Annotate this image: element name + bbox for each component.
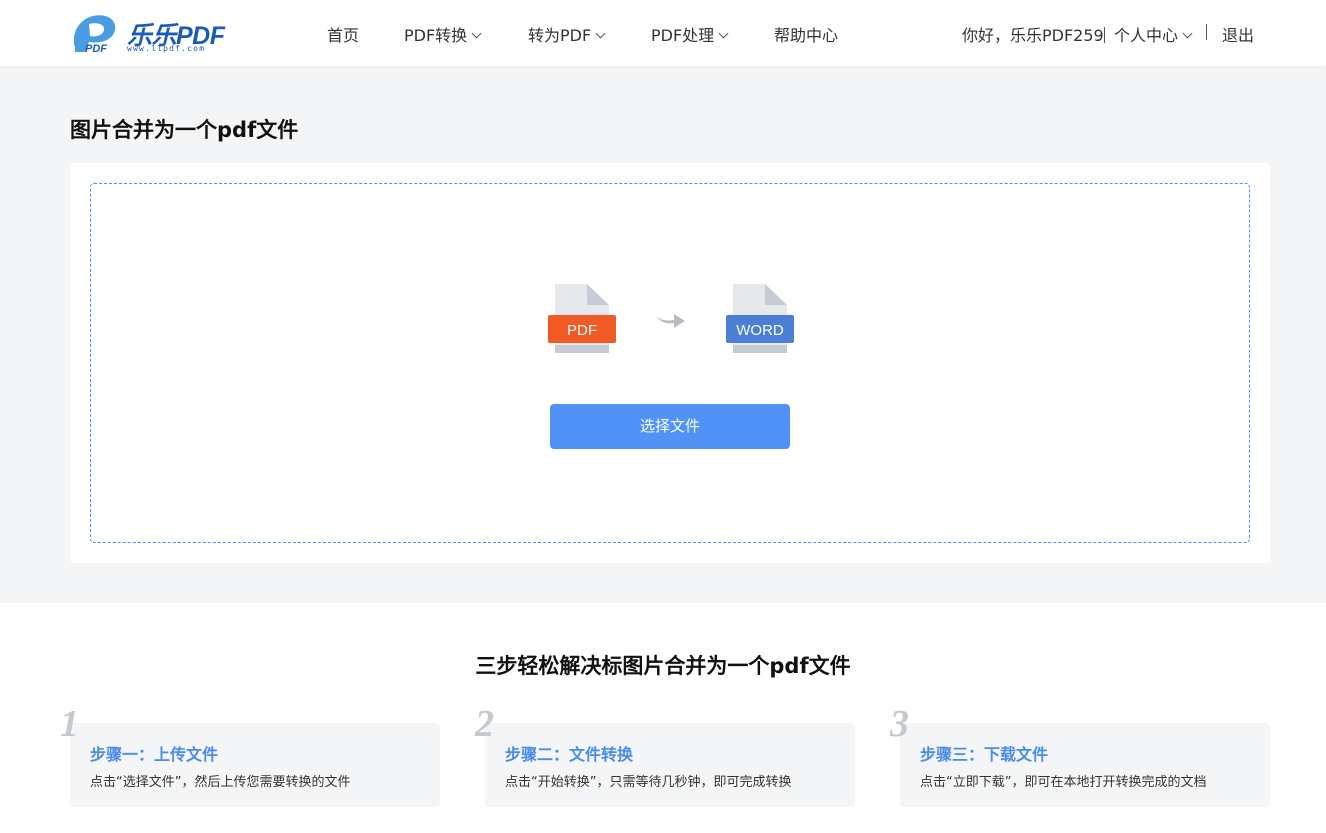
logo-url: www.llpdf.com — [127, 44, 206, 53]
step-number: 2 — [475, 703, 494, 745]
logo-mark-text: PDF — [85, 43, 107, 54]
step-card-2: 2 步骤二：文件转换 点击“开始转换”，只需等待几秒钟，即可完成转换 — [475, 705, 855, 807]
step-number: 3 — [890, 703, 909, 745]
step-title: 步骤三：下载文件 — [920, 745, 1049, 764]
chevron-down-icon — [718, 28, 729, 39]
nav-pdf-process-label: PDF处理 — [651, 26, 715, 45]
step-desc: 点击“立即下载”，即可在本地打开转换完成的文档 — [920, 775, 1207, 790]
word-icon-label: WORD — [736, 322, 784, 339]
logout-label: 退出 — [1222, 26, 1255, 45]
site-logo[interactable]: PDF 乐乐PDF www.llpdf.com — [69, 12, 229, 56]
chevron-down-icon — [595, 28, 606, 39]
divider — [1206, 24, 1207, 40]
arrow-right-icon — [656, 314, 685, 328]
chevron-down-icon — [471, 28, 482, 39]
step-number: 1 — [60, 703, 79, 745]
user-greeting: 你好，乐乐PDF259 — [962, 26, 1104, 45]
chevron-down-icon — [1182, 28, 1193, 39]
step-title: 步骤二：文件转换 — [505, 745, 634, 764]
logout-area — [1206, 22, 1207, 42]
pdf-icon-label: PDF — [567, 322, 597, 339]
nav-pdf-convert-label: PDF转换 — [404, 26, 468, 45]
steps-title: 三步轻松解决标图片合并为一个pdf文件 — [475, 654, 851, 678]
nav-to-pdf-label: 转为PDF — [528, 26, 592, 45]
nav-pdf-process[interactable]: PDF处理 — [651, 22, 729, 46]
page-title: 图片合并为一个pdf文件 — [70, 118, 299, 142]
logout-link[interactable]: 退出 — [1222, 22, 1254, 46]
top-header: PDF 乐乐PDF www.llpdf.com 首页 PDF转换 转为PDF P… — [0, 0, 1326, 66]
step-desc: 点击“开始转换”，只需等待几秒钟，即可完成转换 — [505, 775, 792, 790]
step-desc: 点击“选择文件”，然后上传您需要转换的文件 — [90, 775, 351, 790]
nav-help[interactable]: 帮助中心 — [774, 22, 838, 46]
step-title: 步骤一：上传文件 — [90, 745, 219, 764]
nav-help-label: 帮助中心 — [774, 26, 839, 45]
user-center-label: 个人中心 — [1114, 26, 1179, 45]
step-card-3: 3 步骤三：下载文件 点击“立即下载”，即可在本地打开转换完成的文档 — [890, 705, 1270, 807]
word-file-icon: WORD — [726, 284, 794, 353]
upload-dropzone[interactable] — [90, 183, 1250, 543]
nav-to-pdf[interactable]: 转为PDF — [528, 22, 606, 46]
step-card-1: 1 步骤一：上传文件 点击“选择文件”，然后上传您需要转换的文件 — [60, 705, 440, 807]
upload-card — [70, 163, 1270, 563]
nav-home[interactable]: 首页 — [327, 22, 359, 46]
user-area: 你好，乐乐PDF259 — [962, 22, 1105, 46]
pdf-file-icon: PDF — [548, 284, 616, 353]
divider — [1103, 27, 1105, 43]
nav-pdf-convert[interactable]: PDF转换 — [404, 22, 482, 46]
user-center[interactable]: 个人中心 — [1114, 22, 1193, 46]
nav-home-label: 首页 — [327, 26, 360, 45]
select-file-button[interactable]: 选择文件 — [550, 404, 790, 449]
logo-mark-icon: PDF — [73, 15, 116, 54]
